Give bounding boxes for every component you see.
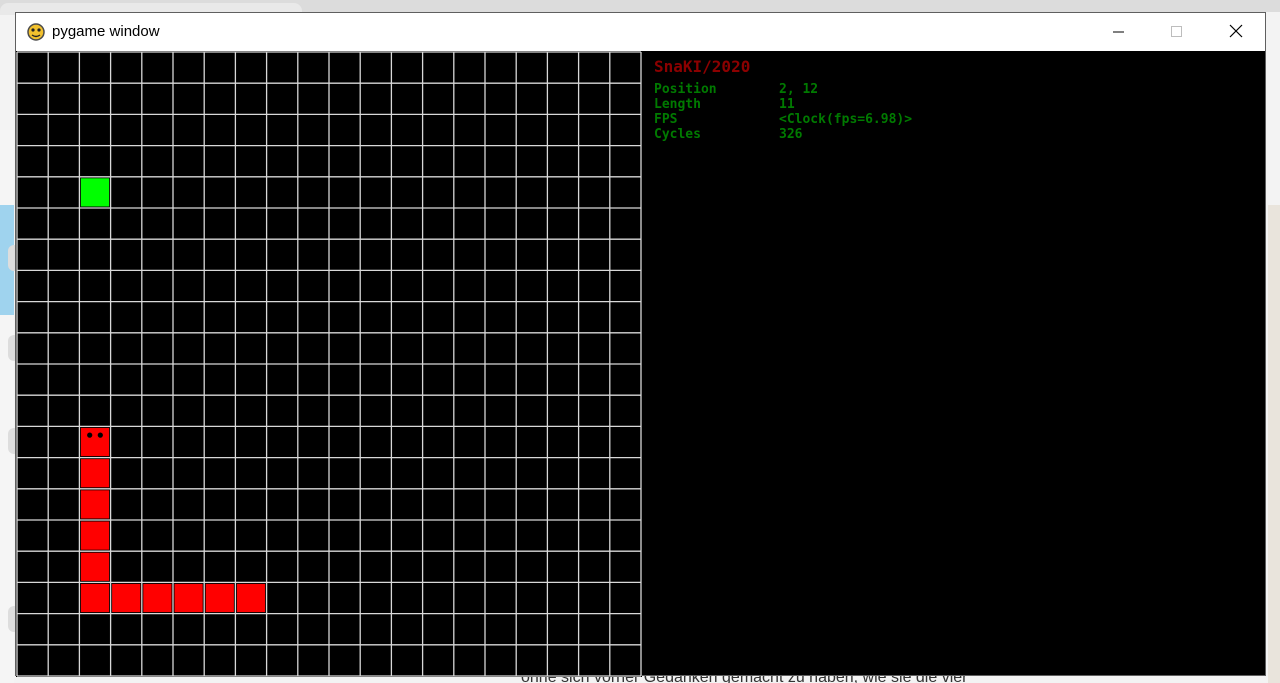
window-title: pygame window	[52, 23, 160, 40]
stat-cycles: Cycles 326	[654, 127, 802, 187]
stat-label: FPS	[654, 112, 678, 127]
snake-eye	[87, 432, 93, 438]
stat-label: Position	[654, 82, 717, 97]
pygame-window[interactable]: pygame window SnaKI/2020 Position 2, 12 …	[15, 12, 1266, 677]
stat-value: <Clock(fps=6.98)>	[779, 112, 913, 127]
pygame-snake-icon	[26, 22, 46, 42]
snake-segment	[174, 583, 203, 613]
snake-segment	[80, 490, 110, 519]
hud-panel: SnaKI/2020 Position 2, 12 Length 11 FPS …	[642, 51, 1265, 675]
snake-segment	[80, 459, 110, 488]
snake-segment	[236, 583, 266, 613]
snake-segment	[80, 583, 110, 613]
snake-segment	[80, 521, 110, 550]
title-bar[interactable]: pygame window	[16, 13, 1265, 51]
minimize-button[interactable]	[1090, 13, 1148, 51]
snake-eye	[97, 432, 103, 438]
stat-label: Cycles	[654, 127, 701, 142]
game-board[interactable]	[16, 51, 642, 677]
stat-label: Length	[654, 97, 701, 112]
background-panel-right	[1268, 205, 1280, 683]
maximize-icon	[1171, 23, 1183, 42]
snake-segment	[205, 583, 234, 613]
food	[80, 178, 110, 207]
game-title: SnaKI/2020	[654, 57, 751, 76]
game-grid	[16, 51, 642, 677]
maximize-button[interactable]	[1148, 13, 1206, 51]
snake-segment	[80, 552, 110, 581]
stat-value: 2, 12	[779, 82, 819, 97]
stat-value: 326	[779, 127, 803, 142]
close-icon	[1229, 23, 1243, 42]
snake-segment	[143, 583, 172, 613]
snake-head	[80, 427, 110, 457]
snake-segment	[112, 583, 141, 613]
stat-value: 11	[779, 97, 795, 112]
minimize-icon	[1113, 23, 1125, 42]
close-button[interactable]	[1207, 13, 1265, 51]
